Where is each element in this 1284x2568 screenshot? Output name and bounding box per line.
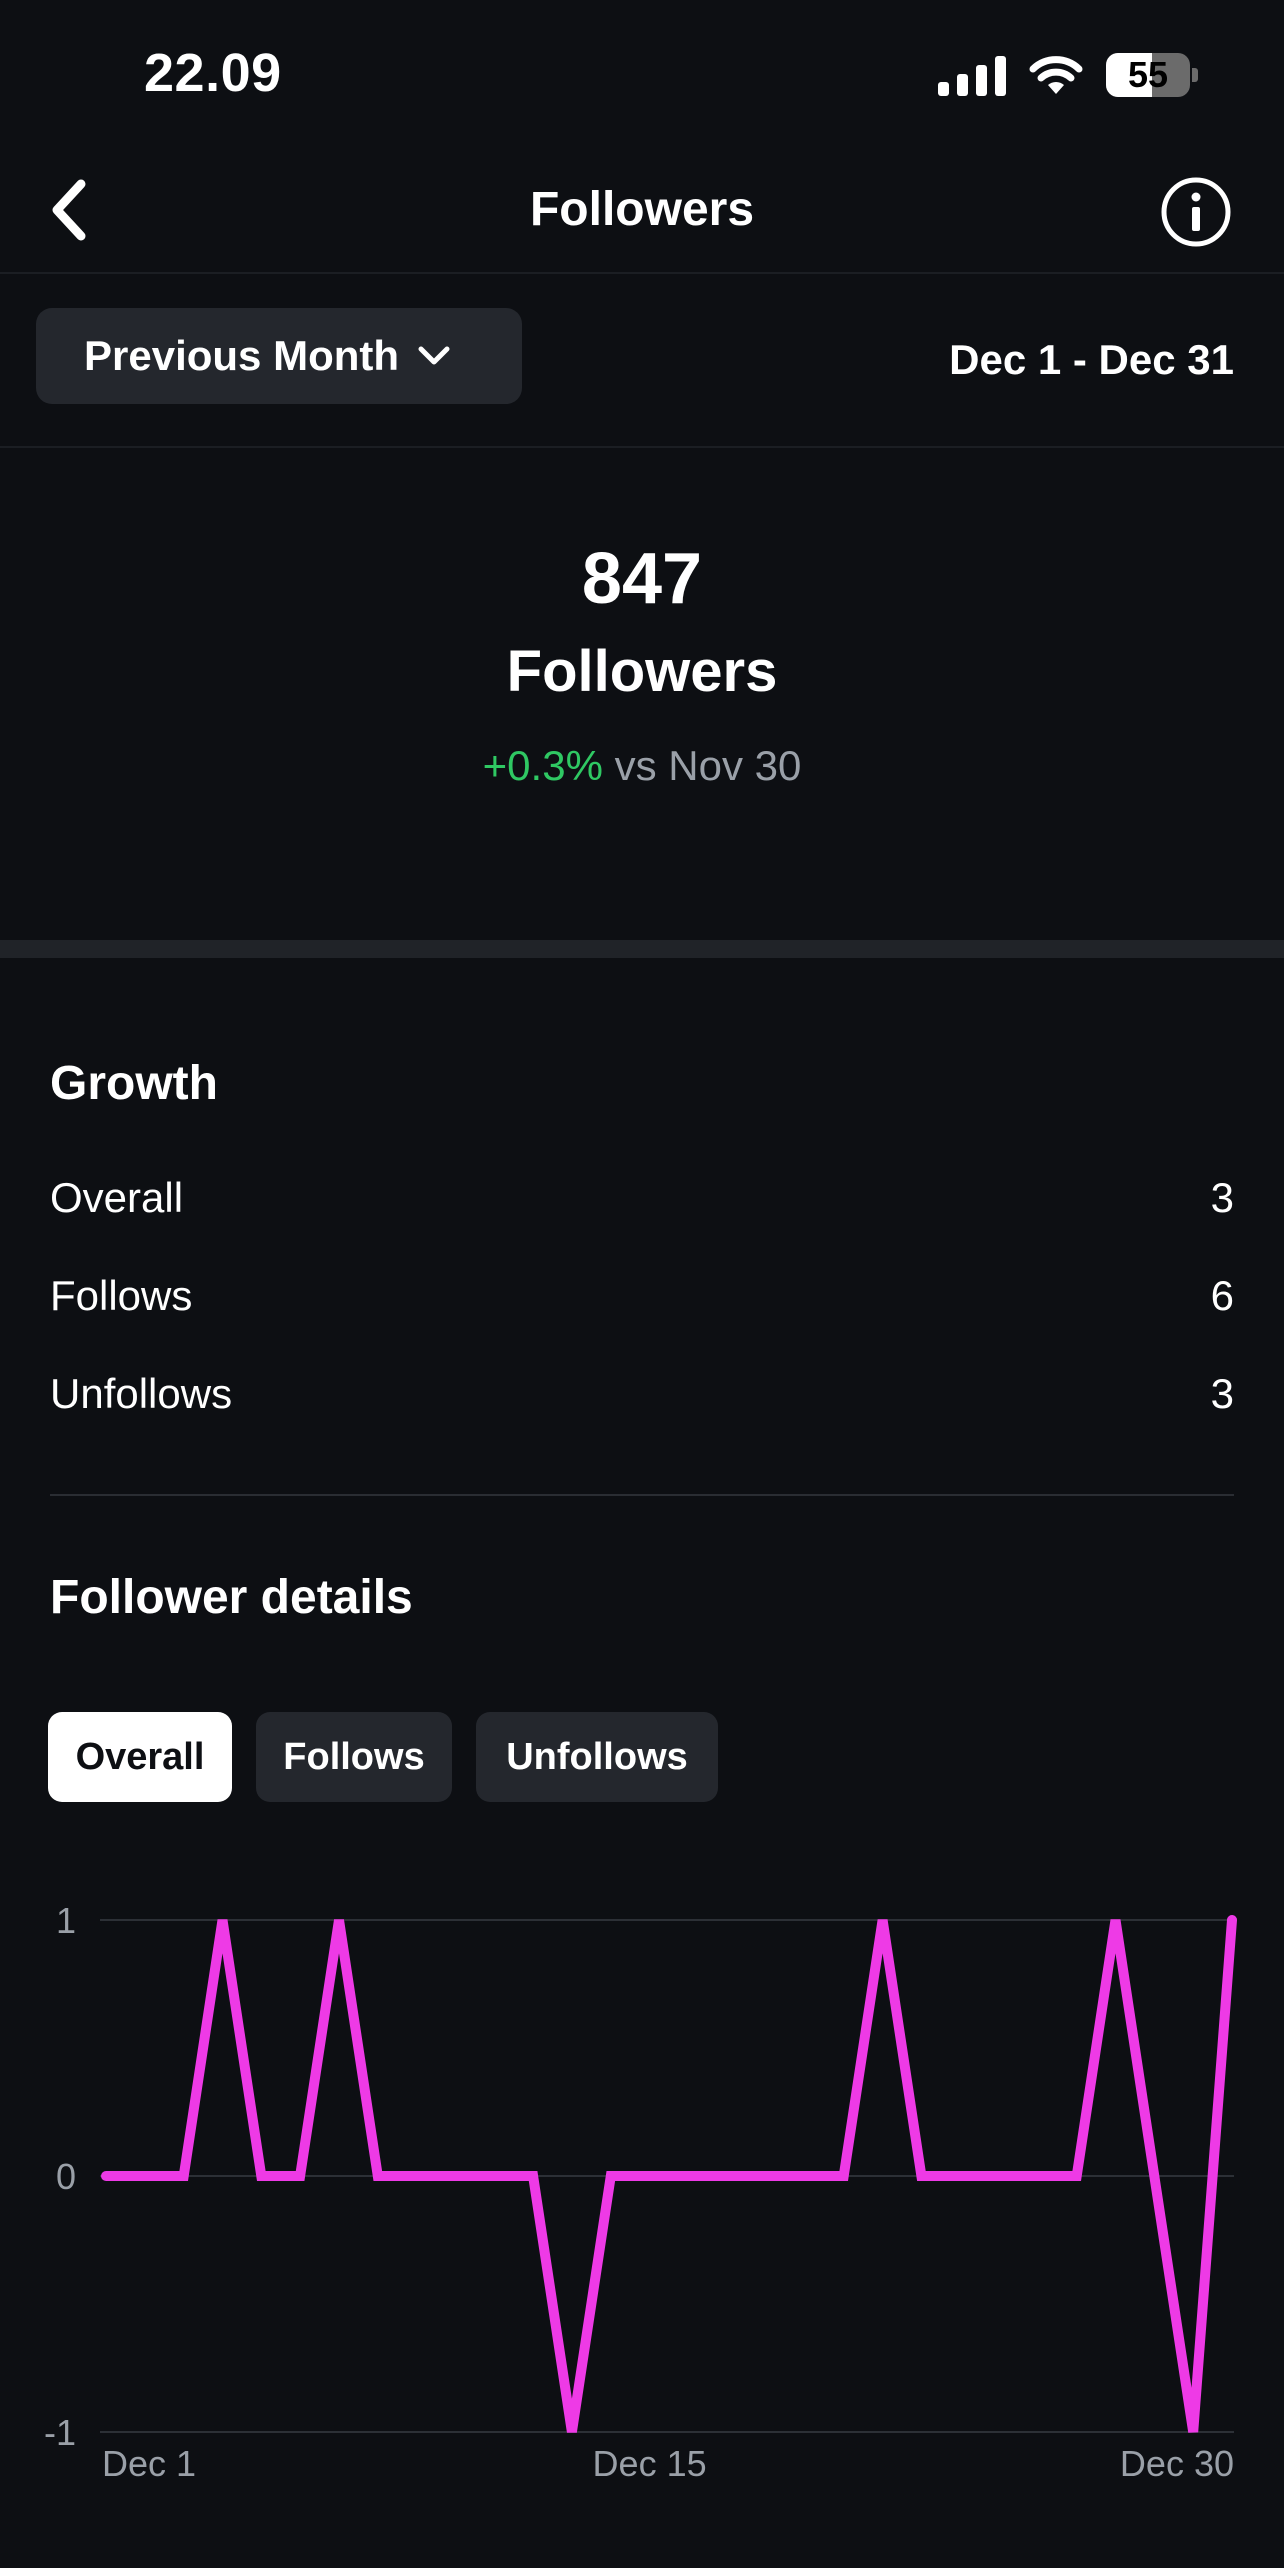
follower-line-chart: 1 0 -1 Dec 1 Dec 15 Dec 30 [44, 1900, 1237, 2480]
chart-y-tick-label: 1 [56, 1900, 76, 1941]
followers-count: 847 [581, 539, 703, 619]
nav-bar: Followers [0, 150, 1284, 274]
growth-row-value: 3 [1210, 1174, 1234, 1221]
growth-row-overall: Overall 3 [50, 1168, 1234, 1228]
tab-unfollows[interactable]: Unfollows [476, 1712, 718, 1802]
status-time: 22.09 [144, 43, 282, 103]
wifi-icon [1029, 56, 1083, 94]
followers-change: +0.3% vs Nov 30 [0, 742, 1284, 790]
status-bar: 22.09 55 [0, 0, 1284, 150]
followers-summary: 847 Followers +0.3% vs Nov 30 [0, 450, 1284, 940]
tab-overall[interactable]: Overall [48, 1712, 232, 1802]
chart-y-tick-label: -1 [44, 2412, 76, 2453]
growth-row-label: Overall [50, 1174, 184, 1221]
growth-row-label: Follows [50, 1272, 193, 1319]
chart-y-tick-label: 0 [56, 2156, 76, 2197]
growth-row-value: 3 [1210, 1370, 1234, 1417]
info-button[interactable] [1158, 174, 1234, 250]
growth-row-label: Unfollows [50, 1370, 233, 1417]
growth-title: Growth [50, 1057, 218, 1110]
follower-chart: 1 0 -1 Dec 1 Dec 15 Dec 30 [0, 1880, 1284, 2480]
divider [50, 1494, 1234, 1496]
battery-icon: 55 [1106, 53, 1198, 97]
chart-x-tick-label: Dec 15 [593, 2443, 707, 2480]
status-icons: 55 [938, 50, 1198, 100]
page-title: Followers [529, 183, 755, 236]
growth-row-value: 6 [1210, 1272, 1234, 1319]
date-range: Dec 1 - Dec 31 [949, 336, 1234, 383]
change-reference: vs Nov 30 [614, 742, 802, 789]
info-circle-icon [1161, 177, 1231, 247]
tab-follows[interactable]: Follows [256, 1712, 452, 1802]
chart-x-tick-label: Dec 30 [1120, 2443, 1234, 2480]
followers-label: Followers [506, 639, 778, 704]
growth-row-unfollows: Unfollows 3 [50, 1364, 1234, 1424]
change-percent: +0.3% [482, 742, 603, 789]
chart-x-tick-label: Dec 1 [102, 2443, 196, 2480]
section-divider [0, 940, 1284, 958]
period-label: Previous Month [84, 332, 400, 379]
chart-series-line [101, 1915, 1237, 2433]
follower-details-title: Follower details [50, 1571, 413, 1624]
period-dropdown[interactable]: Previous Month [36, 308, 522, 404]
follower-details-tabs: Overall Follows Unfollows [48, 1712, 718, 1802]
battery-level-text: 55 [1127, 54, 1169, 95]
chevron-down-icon [418, 346, 450, 365]
growth-row-follows: Follows 6 [50, 1266, 1234, 1326]
filter-row: Previous Month Dec 1 - Dec 31 [0, 276, 1284, 448]
cellular-signal-icon [938, 54, 1006, 96]
